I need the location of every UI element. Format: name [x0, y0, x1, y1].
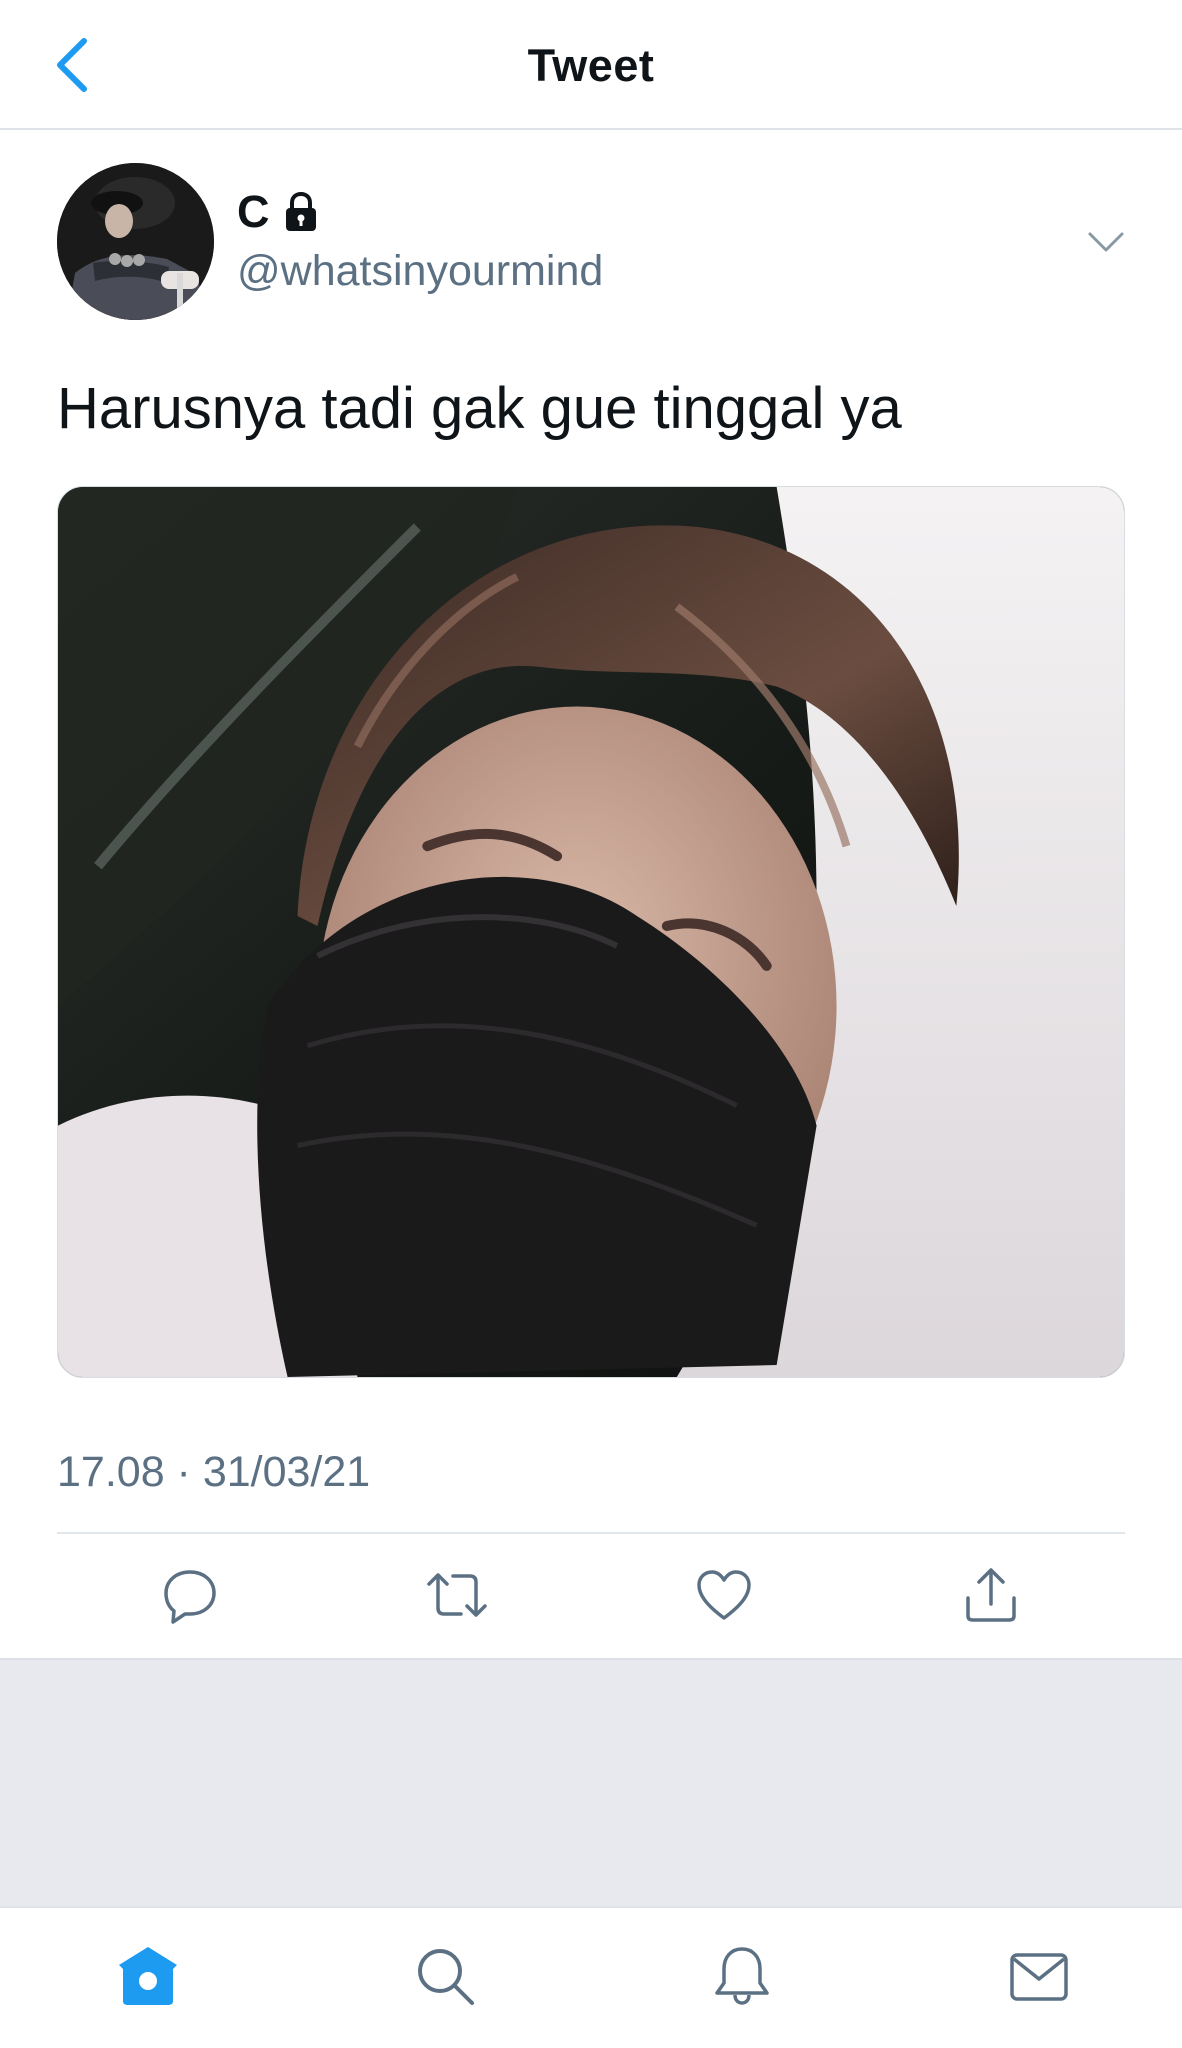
tweet-actions-bar	[0, 1560, 1182, 1660]
avatar[interactable]	[57, 163, 214, 320]
tab-notifications[interactable]	[706, 1940, 778, 2012]
more-options-button[interactable]	[1086, 222, 1126, 262]
divider	[57, 1532, 1125, 1534]
lock-icon	[285, 191, 316, 231]
bell-icon	[715, 1947, 769, 2005]
bottom-tab-bar	[0, 1906, 1182, 2048]
retweet-button[interactable]	[422, 1560, 492, 1630]
home-icon	[119, 1947, 177, 2005]
share-icon	[966, 1568, 1016, 1622]
like-button[interactable]	[689, 1560, 759, 1630]
tweet-detail-screen: Tweet C @whatsinyourmind Harusnya tadi g…	[0, 0, 1182, 2048]
tweet-text: Harusnya tadi gak gue tinggal ya	[57, 376, 902, 441]
author-display-name: C	[237, 186, 270, 237]
photo-image	[58, 487, 1124, 1377]
search-icon	[418, 1949, 474, 2005]
avatar-image	[57, 163, 214, 320]
author-name[interactable]: C	[237, 186, 322, 238]
tweet-photo[interactable]	[57, 486, 1125, 1378]
top-nav-bar: Tweet	[0, 0, 1182, 130]
page-title: Tweet	[527, 40, 655, 91]
reply-button[interactable]	[155, 1560, 225, 1630]
tweet-timestamp: 17.08 · 31/03/21	[57, 1448, 371, 1496]
tab-messages[interactable]	[1003, 1940, 1075, 2012]
heart-icon	[697, 1570, 751, 1620]
reply-icon	[164, 1570, 216, 1624]
tab-home[interactable]	[112, 1940, 184, 2012]
author-handle[interactable]: @whatsinyourmind	[237, 247, 603, 296]
empty-replies-area	[0, 1658, 1182, 1908]
share-button[interactable]	[956, 1560, 1026, 1630]
retweet-icon	[427, 1573, 487, 1617]
chevron-down-icon	[1088, 232, 1124, 252]
mail-icon	[1010, 1953, 1068, 2001]
tab-search[interactable]	[409, 1940, 481, 2012]
